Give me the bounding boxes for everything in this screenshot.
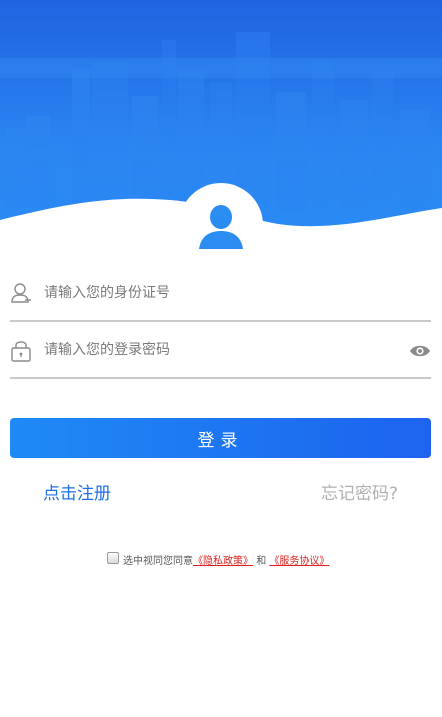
register-link[interactable]: 点击注册 bbox=[43, 479, 111, 504]
agreement-prefix: 选中视同您同意 bbox=[123, 556, 193, 567]
service-agreement-link[interactable]: 《服务协议》 bbox=[269, 556, 329, 567]
agreement-checkbox[interactable] bbox=[107, 551, 119, 564]
user-silhouette-icon bbox=[199, 205, 243, 249]
password-field[interactable] bbox=[10, 323, 431, 379]
agreement-conjunction: 和 bbox=[256, 556, 267, 567]
login-button[interactable]: 登录 bbox=[10, 418, 431, 458]
agreement-row: 选中视同您同意《隐私政策》 和 《服务协议》 bbox=[107, 544, 329, 567]
agreement-text: 选中视同您同意《隐私政策》 和 《服务协议》 bbox=[123, 552, 329, 567]
password-input[interactable] bbox=[44, 335, 384, 365]
id-number-input[interactable] bbox=[44, 278, 384, 308]
forgot-password-link[interactable]: 忘记密码? bbox=[321, 479, 398, 504]
user-outline-icon bbox=[10, 281, 32, 305]
eye-icon[interactable] bbox=[409, 341, 431, 361]
lock-icon bbox=[10, 338, 32, 362]
avatar bbox=[179, 183, 263, 267]
privacy-policy-link[interactable]: 《隐私政策》 bbox=[193, 556, 253, 567]
id-number-field[interactable] bbox=[10, 266, 431, 322]
